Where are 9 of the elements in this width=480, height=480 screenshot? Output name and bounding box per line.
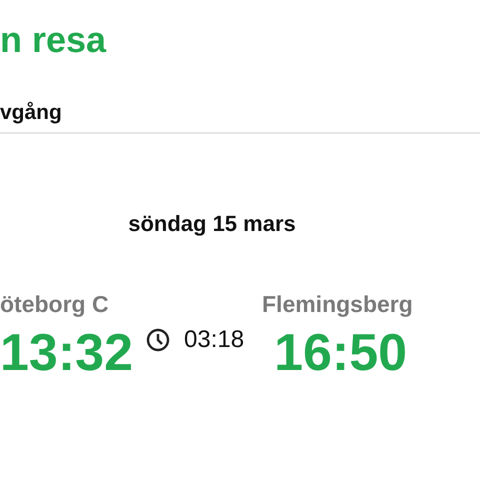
page-title: n resa xyxy=(0,18,106,62)
section-heading: vgång xyxy=(0,100,62,126)
travel-duration: 03:18 xyxy=(184,326,244,354)
arrival-time: 16:50 xyxy=(274,324,408,382)
departure-station: öteborg C xyxy=(0,290,109,318)
departure-time: 13:32 xyxy=(0,324,133,382)
clock-icon xyxy=(146,328,170,352)
arrival-station: Flemingsberg xyxy=(262,290,413,318)
travel-date: söndag 15 mars xyxy=(128,211,296,237)
